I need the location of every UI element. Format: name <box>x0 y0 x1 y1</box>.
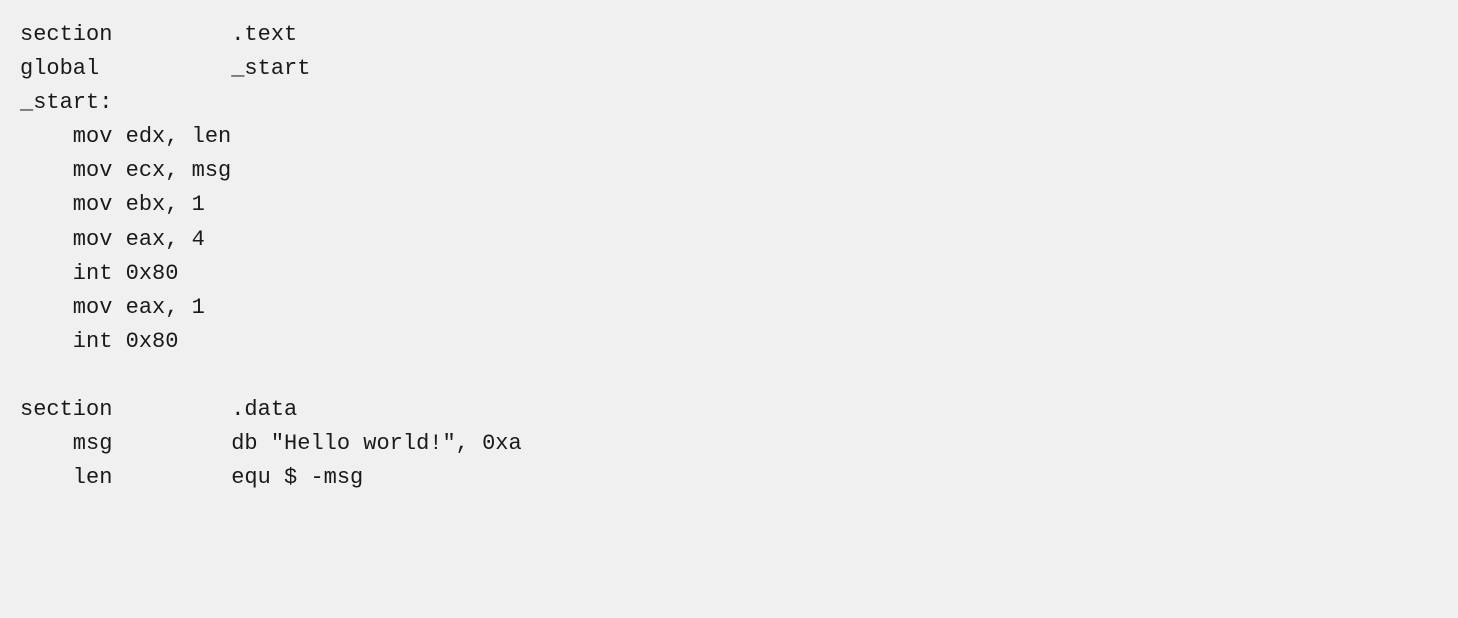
code-line: mov edx, len <box>20 120 1438 154</box>
code-line: section .text <box>20 18 1438 52</box>
code-line: mov eax, 1 <box>20 291 1438 325</box>
code-line: global _start <box>20 52 1438 86</box>
code-block: section .textglobal _start_start: mov ed… <box>0 0 1458 618</box>
code-line: mov eax, 4 <box>20 223 1438 257</box>
code-line: int 0x80 <box>20 257 1438 291</box>
code-line: _start: <box>20 86 1438 120</box>
code-line <box>20 359 1438 393</box>
code-line: mov ecx, msg <box>20 154 1438 188</box>
code-line: int 0x80 <box>20 325 1438 359</box>
code-line: len equ $ -msg <box>20 461 1438 495</box>
code-line: section .data <box>20 393 1438 427</box>
code-line: msg db "Hello world!", 0xa <box>20 427 1438 461</box>
code-line: mov ebx, 1 <box>20 188 1438 222</box>
